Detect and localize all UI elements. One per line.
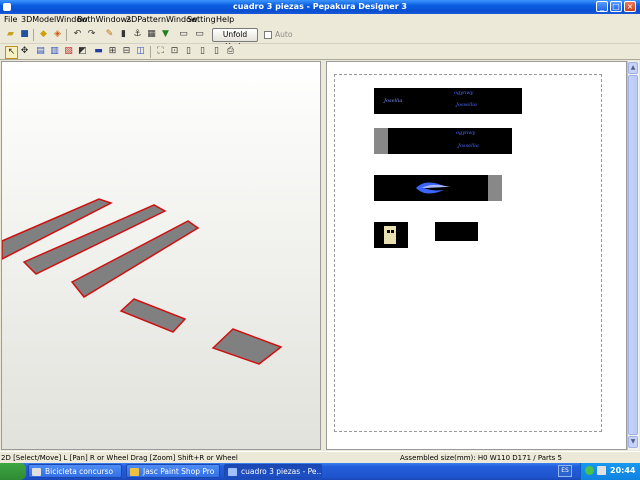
pattern-part-5[interactable] xyxy=(435,222,478,241)
close-button[interactable]: × xyxy=(624,1,636,12)
clock: 20:44 xyxy=(610,466,636,475)
glue-tab xyxy=(374,128,388,154)
pattern-part-2[interactable]: ogynwy Jossellia xyxy=(374,128,512,154)
paint-shop-icon xyxy=(130,468,139,476)
maximize-button[interactable]: □ xyxy=(610,1,622,12)
menu-file[interactable]: File xyxy=(4,15,17,24)
bucket-icon[interactable]: ▮ xyxy=(118,29,129,40)
title-bar[interactable]: cuadro 3 piezas - Pepakura Designer 3 _ … xyxy=(0,0,640,14)
edge-icon[interactable]: ◩ xyxy=(77,46,88,57)
folder-icon xyxy=(32,468,41,476)
pan-icon[interactable]: ▤ xyxy=(35,46,46,57)
unfold-undo-button[interactable]: Unfold Undo xyxy=(212,28,258,51)
skull-decal-icon xyxy=(384,226,396,244)
line-icon[interactable]: ▬ xyxy=(93,46,104,57)
part-label: Josellia xyxy=(384,98,403,104)
undo-icon[interactable]: ↶ xyxy=(72,29,83,40)
menu-help[interactable]: Help xyxy=(216,15,234,24)
model-face[interactable] xyxy=(211,328,283,365)
language-indicator[interactable]: ES xyxy=(558,465,572,477)
menu-setting[interactable]: Setting xyxy=(187,15,216,24)
scroll-thumb[interactable] xyxy=(628,75,638,435)
pattern-part-1[interactable]: ogynwy Josellia Jossellia xyxy=(374,88,522,114)
save-icon[interactable]: ■ xyxy=(19,29,30,40)
model-face[interactable] xyxy=(22,204,167,275)
pattern-part-3[interactable] xyxy=(374,175,502,201)
skull-eye xyxy=(391,230,394,233)
menu-bar: File 3DModelWindow BothWindows 2DPattern… xyxy=(0,14,640,26)
status-bar: 2D [Select/Move] L [Pan] R or Wheel Drag… xyxy=(0,451,640,463)
scroll-up-button[interactable]: ▲ xyxy=(628,62,638,74)
taskbar-item[interactable]: Bicicleta concurso xyxy=(28,464,122,478)
print-icon[interactable]: ⎙ xyxy=(225,46,236,57)
model-face[interactable] xyxy=(119,298,187,333)
pattern-part-4[interactable] xyxy=(374,222,408,248)
start-button[interactable] xyxy=(0,463,26,480)
split-icon[interactable]: ⊟ xyxy=(121,46,132,57)
window-icon[interactable]: ▭ xyxy=(178,29,189,40)
part-label: ogynwy xyxy=(454,90,474,96)
download-icon[interactable]: ▼ xyxy=(160,29,171,40)
network-icon[interactable] xyxy=(585,466,594,475)
pencil-icon[interactable]: ✎ xyxy=(104,29,115,40)
anchor-icon[interactable]: ⚓ xyxy=(132,29,143,40)
auto-checkbox[interactable] xyxy=(264,31,272,39)
flip-icon[interactable]: ⛶ xyxy=(155,46,166,57)
page-icon[interactable]: ▯ xyxy=(183,46,194,57)
taskbar-item-label: Jasc Paint Shop Pro xyxy=(143,467,215,476)
window-icon[interactable]: ▭ xyxy=(194,29,205,40)
status-size-text: Assembled size(mm): H0 W110 D171 / Parts… xyxy=(400,454,562,462)
part-label: ogynwy xyxy=(456,130,476,136)
main-toolbar: ▰ ■ ◆ ◈ ↶ ↷ ✎ ▮ ⚓ ▦ ▼ ▭ ▭ Unfold Undo Au… xyxy=(0,26,640,51)
redo-icon[interactable]: ↷ xyxy=(86,29,97,40)
taskbar-item[interactable]: Jasc Paint Shop Pro xyxy=(126,464,220,478)
pattern-toolbar: ↖ ✥ ▤ ▥ ▧ ◩ ▬ ⊞ ⊟ ◫ ⛶ ⊡ ▯ ▯ ▯ ⎙ xyxy=(0,44,640,60)
taskbar-item-active[interactable]: cuadro 3 piezas - Pe... xyxy=(224,464,322,478)
minimize-button[interactable]: _ xyxy=(596,1,608,12)
join-icon[interactable]: ⊞ xyxy=(107,46,118,57)
volume-icon[interactable] xyxy=(597,466,606,475)
zoom-icon[interactable]: ▥ xyxy=(49,46,60,57)
status-mode-text: 2D [Select/Move] L [Pan] R or Wheel Drag… xyxy=(1,454,238,462)
glue-tab xyxy=(488,175,502,201)
pepakura-icon xyxy=(228,468,237,476)
flame-decal-icon xyxy=(416,182,450,194)
model-icon[interactable]: ◆ xyxy=(38,29,49,40)
rotate-icon[interactable]: ◫ xyxy=(135,46,146,57)
taskbar-item-label: Bicicleta concurso xyxy=(45,467,114,476)
grid-icon[interactable]: ▦ xyxy=(146,29,157,40)
select-icon[interactable]: ↖ xyxy=(5,46,18,59)
page-icon[interactable]: ▯ xyxy=(211,46,222,57)
fit-icon[interactable]: ⊡ xyxy=(169,46,180,57)
toolbar-separator xyxy=(33,29,34,41)
open-icon[interactable]: ▰ xyxy=(5,29,16,40)
page-icon[interactable]: ▯ xyxy=(197,46,208,57)
skull-eye xyxy=(387,230,390,233)
model-3d-view[interactable] xyxy=(1,61,321,450)
part-label: Jossellia xyxy=(458,143,479,149)
texture-icon[interactable]: ▧ xyxy=(63,46,74,57)
scroll-down-button[interactable]: ▼ xyxy=(628,436,638,448)
model-3d-canvas xyxy=(2,198,283,365)
window-title: cuadro 3 piezas - Pepakura Designer 3 xyxy=(232,2,407,11)
toolbar-separator xyxy=(66,29,67,41)
toolbar-separator xyxy=(150,46,151,58)
taskbar-item-label: cuadro 3 piezas - Pe... xyxy=(241,467,322,476)
move-icon[interactable]: ✥ xyxy=(19,46,30,57)
part-label: Jossellia xyxy=(456,102,477,108)
menu-bothwindows[interactable]: BothWindows xyxy=(77,15,131,24)
auto-label: Auto xyxy=(275,30,293,39)
cube-icon[interactable]: ◈ xyxy=(52,29,63,40)
